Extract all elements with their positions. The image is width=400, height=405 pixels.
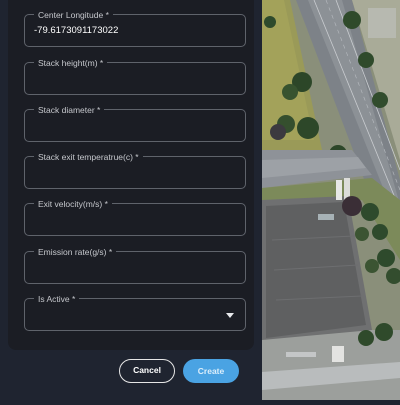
satellite-imagery — [262, 0, 400, 400]
cancel-button[interactable]: Cancel — [119, 359, 175, 383]
stack-diameter-input[interactable]: Stack diameter * — [24, 104, 246, 142]
exit-velocity-label: Exit velocity(m/s) * — [34, 198, 112, 210]
center-longitude-input[interactable]: Center Longitude * -79.6173091173022 — [24, 9, 246, 47]
center-longitude-value: -79.6173091173022 — [34, 25, 119, 36]
stack-height-input[interactable]: Stack height(m) * — [24, 57, 246, 95]
chevron-down-icon[interactable] — [226, 313, 234, 318]
is-active-label: Is Active * — [34, 293, 80, 305]
is-active-select[interactable]: Is Active * — [24, 293, 246, 331]
emission-rate-label: Emission rate(g/s) * — [34, 246, 117, 258]
stack-exit-temperature-input[interactable]: Stack exit temperatrue(c) * — [24, 151, 246, 189]
satellite-map[interactable] — [262, 0, 400, 400]
exit-velocity-input[interactable]: Exit velocity(m/s) * — [24, 198, 246, 236]
stack-diameter-label: Stack diameter * — [34, 104, 105, 116]
center-longitude-label: Center Longitude * — [34, 9, 113, 21]
stack-height-label: Stack height(m) * — [34, 57, 108, 69]
stack-exit-temperature-label: Stack exit temperatrue(c) * — [34, 151, 143, 163]
emission-rate-input[interactable]: Emission rate(g/s) * — [24, 246, 246, 284]
create-button[interactable]: Create — [183, 359, 239, 383]
emission-source-form: Center Longitude * -79.6173091173022 Sta… — [8, 0, 254, 350]
side-panel: Center Longitude * -79.6173091173022 Sta… — [0, 0, 262, 400]
